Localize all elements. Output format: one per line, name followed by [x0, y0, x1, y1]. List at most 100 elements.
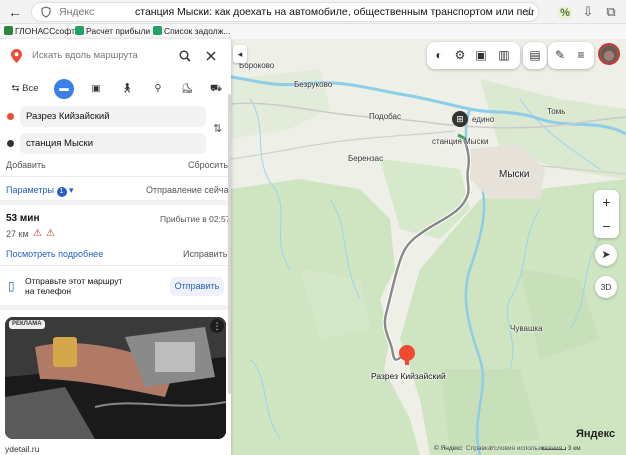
- section-divider: [0, 305, 231, 310]
- send-button[interactable]: Отправить: [170, 277, 224, 296]
- transport-mode-tabs: ⇆ Все ▬ ▣ 🚶︎ ⚲ ⛸︎ ⛟: [4, 78, 226, 100]
- params-count-badge: 1: [56, 187, 67, 197]
- scooter-icon: ⛸︎: [180, 83, 194, 94]
- divider: [0, 265, 231, 266]
- search-icon[interactable]: [179, 50, 191, 62]
- sheets-icon: [75, 26, 84, 35]
- back-arrow-icon[interactable]: ←: [6, 3, 24, 21]
- close-icon[interactable]: [206, 51, 216, 61]
- end-point-dot: [7, 140, 14, 147]
- shield-icon: [41, 6, 51, 18]
- bookmark-star-icon[interactable]: ☆: [521, 3, 539, 21]
- scale-bar: 3 км: [542, 445, 581, 452]
- tab-car[interactable]: ▬: [54, 79, 74, 99]
- transport-toolbar: ▤: [523, 42, 547, 69]
- ad-domain[interactable]: ydetail.ru: [5, 444, 40, 454]
- user-avatar[interactable]: [598, 43, 620, 65]
- destination-label: Разрез Кийзайский: [371, 371, 446, 381]
- url-domain: Яндекс: [59, 6, 95, 18]
- section-divider: [0, 200, 231, 205]
- page-title: станция Мыски: как доехать на автомобиле…: [135, 6, 533, 18]
- more-icon[interactable]: ⋮: [210, 319, 224, 333]
- add-point-button[interactable]: Добавить: [6, 160, 46, 170]
- tab-transit[interactable]: ▣: [86, 79, 106, 99]
- app-window: ← Яндекс станция Мыски: как доехать на а…: [0, 0, 626, 455]
- warning-road-icon: ⚠: [33, 228, 42, 239]
- route-search[interactable]: Искать вдоль маршрута: [4, 44, 226, 68]
- details-link[interactable]: Посмотреть подробнее: [6, 249, 103, 259]
- send-route-text: Отправьте этот маршрут: [25, 276, 123, 286]
- map-label-vedino: едино: [472, 115, 495, 124]
- help-link[interactable]: Справка: [466, 445, 492, 452]
- bicycle-icon: ⚲: [154, 83, 162, 94]
- departure-time[interactable]: Отправление сейчас: [146, 185, 231, 195]
- collapse-panel-button[interactable]: ◂: [233, 45, 247, 63]
- to-field[interactable]: станция Мыски: [20, 133, 206, 154]
- tab-taxi[interactable]: ⛟: [206, 79, 226, 99]
- ruler-icon[interactable]: ✎: [551, 46, 569, 64]
- search-input[interactable]: Искать вдоль маршрута: [32, 50, 138, 61]
- bookmarks-bar: ГЛОНАСС​софт Расчет прибыли С Список зад…: [0, 24, 626, 39]
- sheets-icon: [153, 26, 162, 35]
- chevron-left-icon: ◂: [237, 49, 243, 59]
- traffic-icon[interactable]: ⚙: [451, 46, 469, 64]
- taxi-icon: ⛟: [210, 83, 222, 94]
- map-label-station: станция Мыски: [432, 137, 489, 146]
- train-station-icon[interactable]: ⊞: [452, 111, 468, 127]
- address-bar[interactable]: Яндекс станция Мыски: как доехать на авт…: [31, 2, 539, 22]
- extensions-icon[interactable]: ⧉: [602, 3, 620, 21]
- send-route-text-2: на телефон: [25, 286, 72, 296]
- 3d-button[interactable]: 3D: [595, 276, 617, 298]
- map-label-podobas: Подобас: [369, 112, 401, 121]
- zoom-in-button[interactable]: +: [594, 190, 619, 214]
- zoom-out-button[interactable]: −: [594, 214, 619, 238]
- reset-button[interactable]: Сбросить: [188, 160, 228, 170]
- browser-toolbar: ← Яндекс станция Мыски: как доехать на а…: [0, 0, 626, 24]
- swap-icon[interactable]: ⇅: [213, 122, 222, 135]
- zoom-control: + −: [594, 190, 619, 238]
- tab-bike[interactable]: ⚲: [148, 79, 168, 99]
- panorama-icon[interactable]: ▣: [472, 46, 490, 64]
- bookmark-profit[interactable]: Расчет прибыли С: [75, 25, 159, 38]
- phone-icon: ▯: [8, 279, 15, 293]
- map-label-bezrukovo: Безруково: [294, 80, 333, 89]
- from-field[interactable]: Разрез Кийзайский: [20, 106, 206, 127]
- ad-banner[interactable]: РЕКЛАМА ⋮: [5, 317, 226, 439]
- chevron-down-icon: ▾: [69, 185, 74, 195]
- panel-scrollbar[interactable]: [228, 94, 231, 394]
- glonass-logo-icon: [4, 26, 13, 35]
- transit-icon[interactable]: ▥: [495, 46, 513, 64]
- tab-scooter[interactable]: ⛸︎: [177, 79, 197, 99]
- pedestrian-icon: 🚶︎: [120, 83, 134, 94]
- map-label-myski: Мыски: [499, 169, 530, 180]
- route-distance: 27 км: [6, 229, 29, 239]
- ad-image: [5, 317, 226, 439]
- tab-all[interactable]: ⇆ Все: [6, 79, 44, 99]
- yandex-logo: Яндекс: [576, 428, 616, 440]
- tools-toolbar: ✎ ≡: [548, 42, 594, 69]
- navigation-arrow-icon: ➤: [601, 249, 611, 261]
- map-copyright: © Яндекс: [434, 445, 463, 452]
- start-point-dot: [7, 113, 14, 120]
- menu-icon[interactable]: ≡: [572, 46, 590, 64]
- download-icon[interactable]: ⇩: [579, 3, 597, 21]
- tab-walk[interactable]: 🚶︎: [117, 79, 137, 99]
- car-bus-icon: ⇆: [11, 83, 20, 94]
- divider: [0, 176, 231, 177]
- layers-icon[interactable]: ◐: [430, 46, 448, 64]
- location-pin-icon: [11, 49, 22, 63]
- route-panel: Искать вдоль маршрута ⇆ Все ▬ ▣ 🚶︎ ⚲ ⛸︎ …: [0, 39, 231, 455]
- fix-route-button[interactable]: Исправить: [183, 249, 227, 259]
- bus-icon: ▣: [91, 83, 101, 94]
- map-layers-toolbar: ◐ ⚙ ▣ ▥: [427, 42, 520, 69]
- bookmark-glonass[interactable]: ГЛОНАСС​софт: [4, 25, 75, 38]
- parameters-button[interactable]: Параметры 1 ▾: [6, 185, 74, 197]
- map-label-chuvashka: Чувашка: [510, 324, 543, 333]
- car-icon: ▬: [59, 83, 69, 94]
- bus-icon[interactable]: ▤: [526, 46, 544, 64]
- route-duration: 53 мин: [6, 213, 40, 224]
- geolocation-button[interactable]: ➤: [595, 244, 617, 266]
- bookmark-debts[interactable]: Список задолж...: [153, 25, 231, 38]
- arrival-time: Прибытие в 02:57: [160, 214, 231, 224]
- translate-icon[interactable]: %: [556, 3, 574, 21]
